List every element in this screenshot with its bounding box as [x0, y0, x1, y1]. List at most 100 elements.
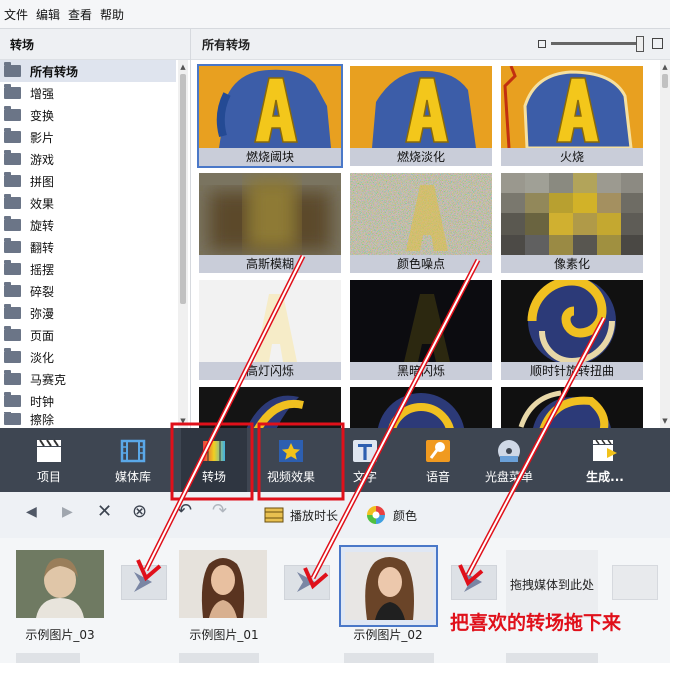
scroll-thumb[interactable]: [662, 74, 668, 88]
transition-preview: [501, 173, 643, 255]
transition-thumb[interactable]: [350, 387, 492, 428]
category-item[interactable]: 页面: [0, 324, 176, 346]
empty-transition-slot[interactable]: [612, 565, 658, 600]
zoom-out-icon[interactable]: [538, 40, 546, 48]
menu-file[interactable]: 文件: [0, 6, 32, 23]
category-item[interactable]: 马赛克: [0, 368, 176, 390]
transition-name: 火烧: [501, 148, 643, 166]
scroll-thumb[interactable]: [180, 74, 186, 304]
tool-produce[interactable]: 生成...: [572, 428, 638, 492]
color-button[interactable]: 颜色: [366, 504, 417, 526]
storyboard-timeline: 示例图片_03 示例图片_01 示例图片_02 拖拽媒体到此处: [0, 538, 670, 663]
duration-button[interactable]: 播放时长: [264, 504, 338, 526]
transition-thumb[interactable]: 高灯闪烁: [199, 280, 341, 380]
media-clip[interactable]: [339, 545, 438, 627]
transition-preview: [501, 387, 643, 428]
transition-thumb[interactable]: 燃烧淡化: [350, 66, 492, 166]
category-item[interactable]: 游戏: [0, 148, 176, 170]
category-item[interactable]: 擦除: [0, 412, 176, 426]
close-icon[interactable]: ✕: [97, 501, 112, 522]
chevron-right-icon: [134, 572, 152, 592]
transition-thumb[interactable]: 火烧: [501, 66, 643, 166]
tool-disc-menu[interactable]: 光盘菜单: [476, 428, 542, 492]
category-tree: 所有转场 增强 变换 影片 游戏 拼图 效果 旋转 翻转 摇摆 碎裂 弥漫 页面…: [0, 60, 176, 426]
menu-edit[interactable]: 编辑: [32, 6, 64, 23]
transition-thumb[interactable]: 黑暗闪烁: [350, 280, 492, 380]
transition-name: 燃烧淡化: [350, 148, 492, 166]
transition-preview: [350, 66, 492, 148]
folder-icon: [4, 216, 21, 231]
arrow-left-icon[interactable]: ◀: [26, 504, 37, 520]
scroll-down-icon[interactable]: ▼: [660, 416, 670, 426]
category-item[interactable]: 所有转场: [0, 60, 176, 82]
scroll-down-icon[interactable]: ▼: [178, 416, 188, 426]
transition-preview: [199, 387, 341, 428]
category-item[interactable]: 碎裂: [0, 280, 176, 302]
category-item[interactable]: 增强: [0, 82, 176, 104]
transition-thumb[interactable]: 高斯模糊: [199, 173, 341, 273]
transition-slot[interactable]: [121, 565, 167, 600]
folder-icon: [4, 172, 21, 187]
transition-thumb[interactable]: [199, 387, 341, 428]
category-item[interactable]: 翻转: [0, 236, 176, 258]
slider-handle[interactable]: [636, 36, 644, 52]
scroll-up-icon[interactable]: ▲: [660, 62, 670, 72]
menu-bar: 文件 编辑 查看 帮助: [0, 0, 670, 29]
transition-thumb[interactable]: 颜色噪点: [350, 173, 492, 273]
category-item[interactable]: 效果: [0, 192, 176, 214]
media-clip[interactable]: [179, 550, 267, 618]
transition-slot[interactable]: [451, 565, 497, 600]
menu-help[interactable]: 帮助: [96, 6, 128, 23]
film-arrow-icon: [593, 439, 617, 461]
category-item[interactable]: 变换: [0, 104, 176, 126]
category-item[interactable]: 摇摆: [0, 258, 176, 280]
category-panel-title: 转场: [0, 29, 190, 60]
folder-icon: [4, 282, 21, 297]
tool-video-effects[interactable]: 视频效果: [256, 428, 326, 492]
gallery-scrollbar[interactable]: ▲ ▼: [660, 60, 670, 428]
zoom-in-icon[interactable]: [652, 38, 663, 49]
tool-voice[interactable]: 语音: [405, 428, 471, 492]
folder-icon: [4, 326, 21, 341]
next-row-stub: [16, 653, 80, 663]
main-toolbar: 项目 媒体库 转场 视频效果 文字 语音 光盘菜单 生成...: [0, 428, 670, 492]
transition-slot[interactable]: [284, 565, 330, 600]
tool-media-library[interactable]: 媒体库: [100, 428, 166, 492]
clip-label: 示例图片_02: [353, 628, 423, 642]
folder-icon: [4, 304, 21, 319]
undo-icon[interactable]: ↶: [177, 500, 192, 521]
remove-circle-icon[interactable]: ⊗: [132, 501, 147, 522]
clip-thumbnail: [179, 550, 267, 618]
chevron-right-icon: [297, 572, 315, 592]
folder-icon: [4, 128, 21, 143]
thumbnail-size-slider[interactable]: [551, 42, 643, 45]
category-item[interactable]: 时钟: [0, 390, 176, 412]
redo-icon[interactable]: ↷: [212, 500, 227, 521]
category-scrollbar[interactable]: ▲ ▼: [178, 60, 188, 428]
folder-icon: [4, 348, 21, 363]
film-duration-icon: [264, 507, 284, 523]
transition-thumb[interactable]: 燃烧阈块: [197, 64, 343, 168]
transition-name: 颜色噪点: [350, 255, 492, 273]
category-item[interactable]: 影片: [0, 126, 176, 148]
transition-name: 高灯闪烁: [199, 362, 341, 380]
media-clip[interactable]: [16, 550, 104, 618]
transition-thumb[interactable]: [501, 387, 643, 428]
chevron-right-icon: [464, 572, 482, 592]
tool-transitions[interactable]: 转场: [181, 428, 247, 492]
category-item[interactable]: 淡化: [0, 346, 176, 368]
tool-text[interactable]: 文字: [332, 428, 398, 492]
transition-thumb[interactable]: 像素化: [501, 173, 643, 273]
arrow-right-icon[interactable]: ▶: [62, 504, 73, 520]
color-wheel-icon: [367, 506, 385, 524]
scroll-up-icon[interactable]: ▲: [178, 62, 188, 72]
category-item[interactable]: 旋转: [0, 214, 176, 236]
menu-view[interactable]: 查看: [64, 6, 96, 23]
transition-thumb[interactable]: 顺时针旋转扭曲: [501, 280, 643, 380]
transition-preview: [199, 173, 341, 255]
tool-project[interactable]: 项目: [16, 428, 82, 492]
folder-icon: [4, 412, 21, 425]
category-item[interactable]: 弥漫: [0, 302, 176, 324]
transition-name: 黑暗闪烁: [350, 362, 492, 380]
category-item[interactable]: 拼图: [0, 170, 176, 192]
